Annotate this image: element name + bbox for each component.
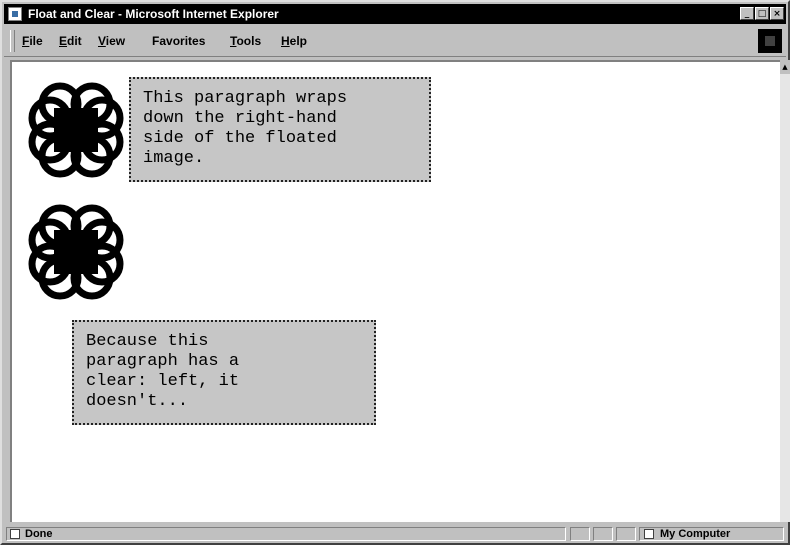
- zone-label: My Computer: [660, 528, 731, 540]
- ie-page-icon: [8, 7, 22, 21]
- menu-file-label: ile: [29, 34, 43, 48]
- menu-view-accel: V: [98, 34, 106, 48]
- menu-help-accel: H: [281, 34, 290, 48]
- page-done-icon: [10, 529, 20, 539]
- scroll-up-arrow-icon[interactable]: ▲: [780, 60, 790, 74]
- menu-tools-label: ools: [236, 34, 262, 48]
- menu-bar: File Edit View Favorites Tools Help: [4, 26, 786, 57]
- window-controls: _ □ ×: [739, 7, 784, 21]
- window-title: Float and Clear - Microsoft Internet Exp…: [28, 7, 279, 21]
- menu-favorites-label: vorites: [166, 34, 206, 48]
- menu-edit-accel: E: [59, 34, 68, 48]
- windows-throbber-icon: [758, 29, 782, 53]
- interlocking-rings-icon: [28, 82, 124, 178]
- status-pane-3: [616, 527, 636, 541]
- status-pane-2: [593, 527, 613, 541]
- menu-help-label: elp: [289, 34, 308, 48]
- browser-window: Float and Clear - Microsoft Internet Exp…: [0, 0, 790, 545]
- floated-paragraph: This paragraph wraps down the right-hand…: [129, 77, 431, 182]
- zone-pane: My Computer: [639, 527, 784, 541]
- menu-view[interactable]: View: [98, 34, 125, 48]
- minimize-button[interactable]: _: [740, 7, 754, 20]
- menu-file[interactable]: File: [22, 34, 43, 48]
- status-main-pane: Done: [6, 527, 566, 541]
- cleared-paragraph: Because this paragraph has a clear: left…: [72, 320, 376, 425]
- status-bar: Done My Computer: [4, 525, 786, 543]
- menu-view-label: iew: [105, 34, 126, 48]
- menu-edit[interactable]: Edit: [59, 34, 82, 48]
- interlocking-rings-icon: [28, 204, 124, 300]
- menu-tools[interactable]: Tools: [230, 34, 261, 48]
- close-button[interactable]: ×: [770, 7, 784, 20]
- menu-edit-label: dit: [67, 34, 82, 48]
- computer-icon: [644, 529, 654, 539]
- title-bar[interactable]: Float and Clear - Microsoft Internet Exp…: [4, 4, 786, 24]
- menu-favorites[interactable]: Favorites: [152, 34, 205, 48]
- menu-help[interactable]: Help: [281, 34, 307, 48]
- vertical-scrollbar[interactable]: ▲: [780, 60, 790, 522]
- toolbar-grip[interactable]: [10, 30, 15, 52]
- maximize-button[interactable]: □: [755, 7, 769, 20]
- status-pane-1: [570, 527, 590, 541]
- page-viewport[interactable]: This paragraph wraps down the right-hand…: [10, 60, 780, 522]
- menu-favorites-accel: Fa: [152, 34, 167, 48]
- status-text: Done: [25, 528, 53, 540]
